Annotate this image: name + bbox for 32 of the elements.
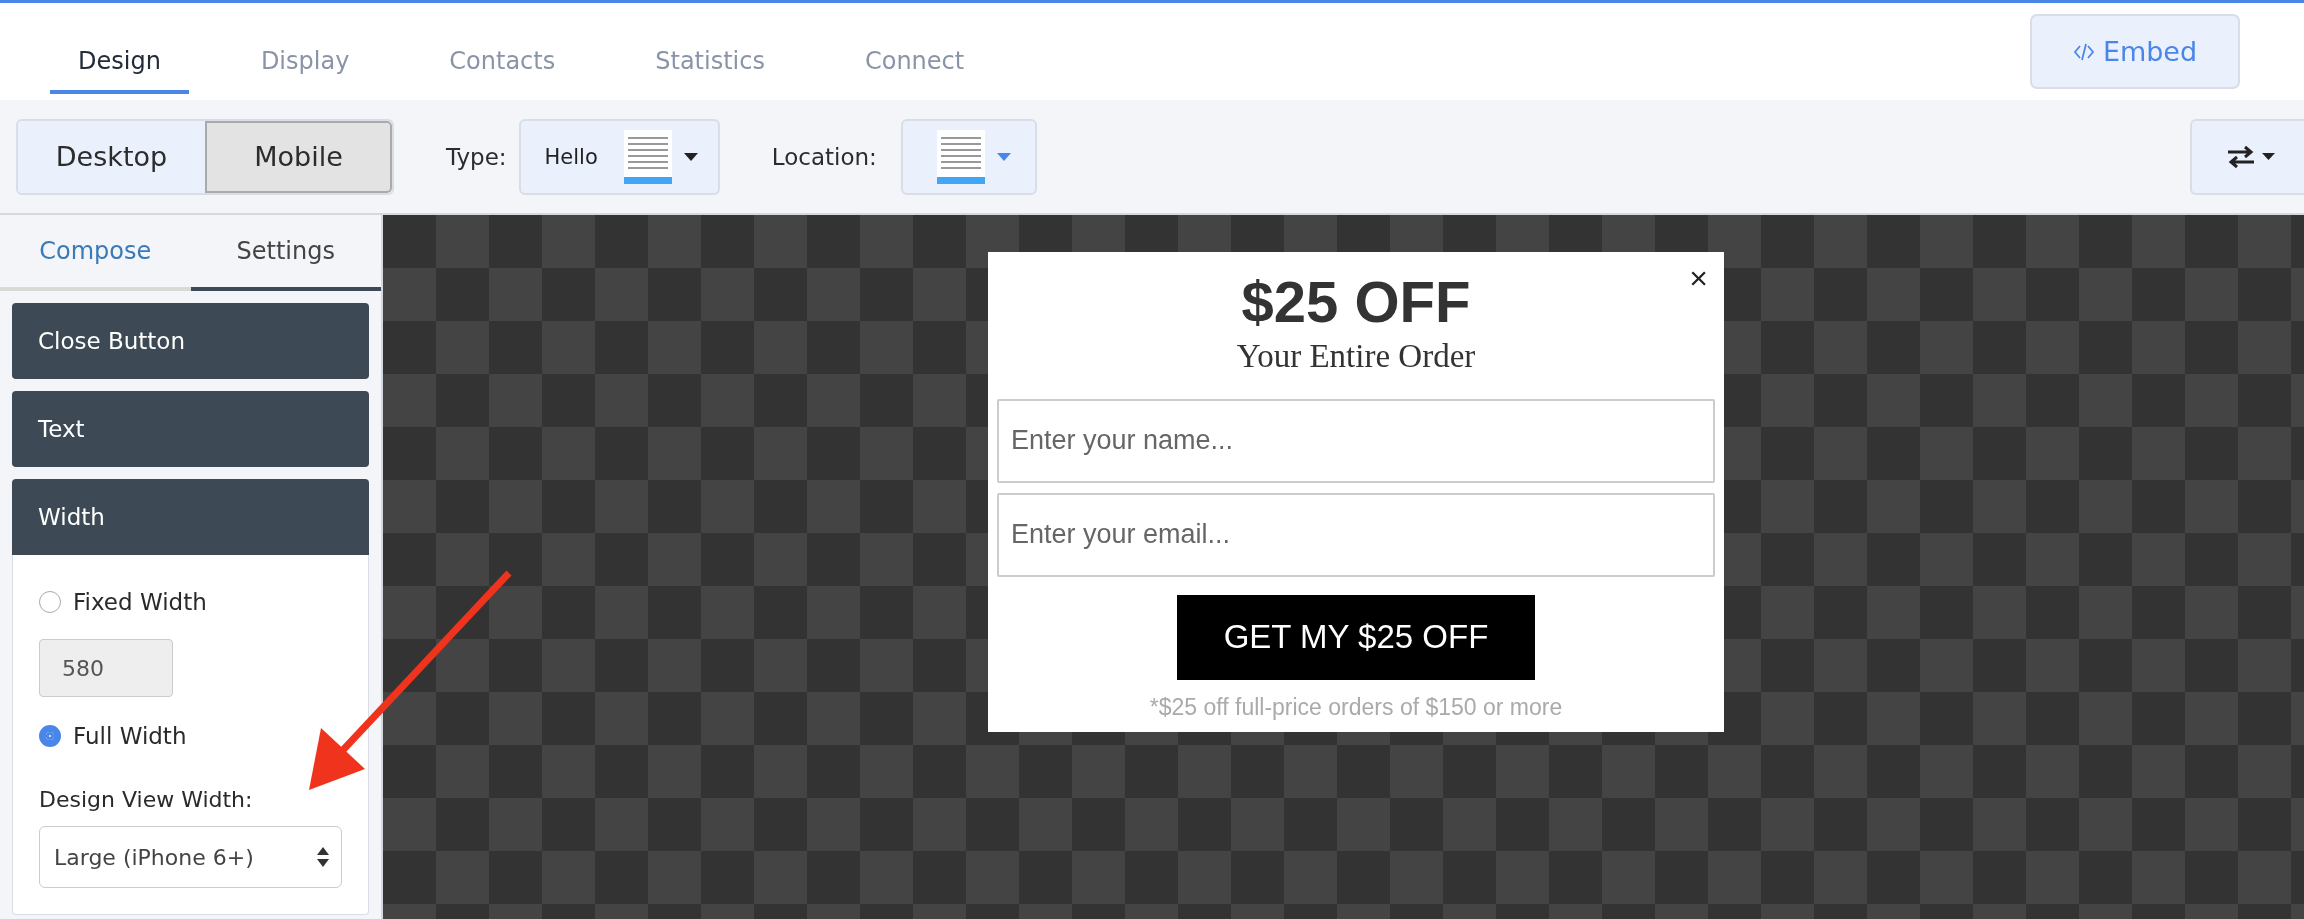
popup-footnote: *$25 off full-price orders of $150 or more — [1149, 693, 1563, 721]
swap-button[interactable] — [2190, 118, 2304, 195]
design-view-width-label: Design View Width: — [39, 787, 254, 812]
submit-button[interactable]: GET MY $25 OFF — [1177, 594, 1535, 680]
radio-button[interactable] — [39, 591, 61, 613]
type-dropdown[interactable]: Hello — [518, 118, 720, 195]
caret-icon — [996, 152, 1011, 161]
location-dropdown[interactable] — [900, 118, 1037, 195]
layout-icon — [621, 129, 674, 184]
swap-arrows-icon — [2225, 144, 2256, 169]
section-header[interactable]: Close Button — [12, 303, 369, 379]
type-label: Type: — [446, 143, 507, 170]
view-toggle-button[interactable]: Mobile — [205, 120, 392, 193]
sidebar-tab[interactable]: Compose — [0, 215, 191, 291]
location-label: Location: — [771, 143, 877, 170]
caret-icon — [2261, 153, 2275, 160]
close-button[interactable]: × — [1689, 262, 1708, 294]
radio-label: Fixed Width — [73, 589, 207, 615]
section-header[interactable]: Text — [12, 391, 369, 467]
radio-button[interactable] — [39, 725, 61, 747]
radio-label: Full Width — [73, 723, 187, 749]
popup-subheadline: Your Entire Order — [1236, 337, 1476, 375]
layout-icon — [934, 129, 987, 184]
nav-tab[interactable]: Design — [50, 47, 189, 94]
popup-headline: $25 OFF — [1241, 270, 1471, 334]
caret-icon — [683, 152, 698, 161]
name-input-field[interactable]: Enter your name... — [997, 398, 1715, 483]
design-view-width-select[interactable]: Large (iPhone 6+) — [39, 826, 342, 888]
stepper-icon — [317, 846, 329, 868]
view-toggle-button[interactable]: Desktop — [18, 120, 205, 193]
email-input-field[interactable]: Enter your email... — [997, 492, 1715, 577]
section-header[interactable]: Width — [12, 479, 369, 555]
